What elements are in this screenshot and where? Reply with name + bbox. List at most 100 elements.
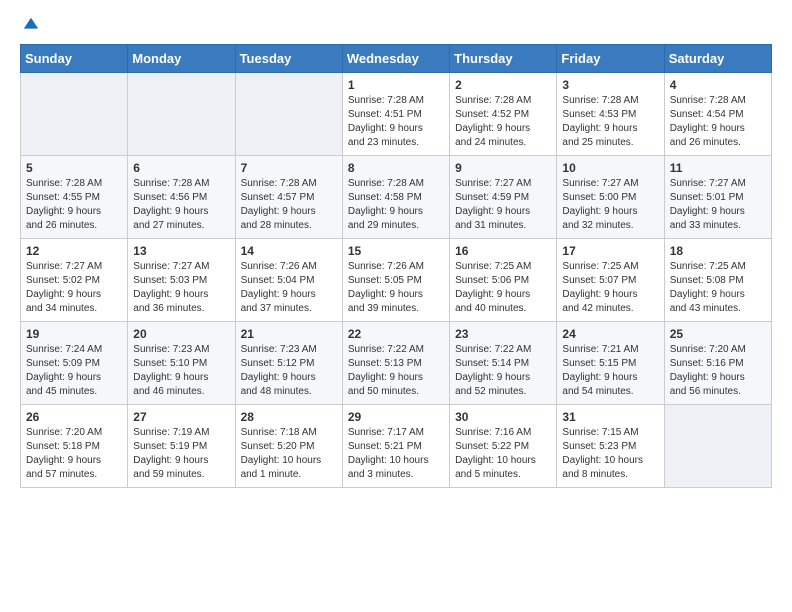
- calendar-cell: 22 Sunrise: 7:22 AM Sunset: 5:13 PM Dayli…: [342, 322, 449, 405]
- day-number: 7: [241, 161, 337, 175]
- day-info: Sunrise: 7:28 AM Sunset: 4:53 PM Dayligh…: [562, 94, 658, 150]
- weekday-header-tuesday: Tuesday: [235, 45, 342, 73]
- calendar-cell: 10 Sunrise: 7:27 AM Sunset: 5:00 PM Dayli…: [557, 156, 664, 239]
- day-number: 25: [670, 327, 766, 341]
- day-info: Sunrise: 7:23 AM Sunset: 5:10 PM Dayligh…: [133, 343, 229, 399]
- day-info: Sunrise: 7:28 AM Sunset: 4:54 PM Dayligh…: [670, 94, 766, 150]
- calendar-cell: 6 Sunrise: 7:28 AM Sunset: 4:56 PM Daylig…: [128, 156, 235, 239]
- calendar-week-row: 26 Sunrise: 7:20 AM Sunset: 5:18 PM Dayli…: [21, 405, 772, 488]
- calendar-cell: 3Sunrise: 7:28 AM Sunset: 4:53 PM Daylig…: [557, 73, 664, 156]
- calendar-cell: 24 Sunrise: 7:21 AM Sunset: 5:15 PM Dayli…: [557, 322, 664, 405]
- day-number: 26: [26, 410, 122, 424]
- calendar-cell: 4 Sunrise: 7:28 AM Sunset: 4:54 PM Daylig…: [664, 73, 771, 156]
- day-info: Sunrise: 7:22 AM Sunset: 5:13 PM Dayligh…: [348, 343, 444, 399]
- calendar-cell: 26 Sunrise: 7:20 AM Sunset: 5:18 PM Dayli…: [21, 405, 128, 488]
- day-info: Sunrise: 7:15 AM Sunset: 5:23 PM Dayligh…: [562, 426, 658, 482]
- calendar-cell: [128, 73, 235, 156]
- calendar-cell: 13 Sunrise: 7:27 AM Sunset: 5:03 PM Dayli…: [128, 239, 235, 322]
- calendar-cell: 11Sunrise: 7:27 AM Sunset: 5:01 PM Dayli…: [664, 156, 771, 239]
- calendar-cell: 27 Sunrise: 7:19 AM Sunset: 5:19 PM Dayli…: [128, 405, 235, 488]
- day-info: Sunrise: 7:16 AM Sunset: 5:22 PM Dayligh…: [455, 426, 551, 482]
- day-number: 1: [348, 78, 444, 92]
- calendar-cell: 23Sunrise: 7:22 AM Sunset: 5:14 PM Dayli…: [450, 322, 557, 405]
- logo-text: [20, 16, 40, 34]
- day-info: Sunrise: 7:20 AM Sunset: 5:16 PM Dayligh…: [670, 343, 766, 399]
- day-number: 30: [455, 410, 551, 424]
- calendar-cell: 1 Sunrise: 7:28 AM Sunset: 4:51 PM Daylig…: [342, 73, 449, 156]
- day-info: Sunrise: 7:21 AM Sunset: 5:15 PM Dayligh…: [562, 343, 658, 399]
- day-info: Sunrise: 7:25 AM Sunset: 5:06 PM Dayligh…: [455, 260, 551, 316]
- day-number: 13: [133, 244, 229, 258]
- day-info: Sunrise: 7:28 AM Sunset: 4:57 PM Dayligh…: [241, 177, 337, 233]
- day-info: Sunrise: 7:17 AM Sunset: 5:21 PM Dayligh…: [348, 426, 444, 482]
- calendar-week-row: 1 Sunrise: 7:28 AM Sunset: 4:51 PM Daylig…: [21, 73, 772, 156]
- day-info: Sunrise: 7:28 AM Sunset: 4:56 PM Dayligh…: [133, 177, 229, 233]
- day-number: 10: [562, 161, 658, 175]
- day-number: 24: [562, 327, 658, 341]
- day-info: Sunrise: 7:28 AM Sunset: 4:58 PM Dayligh…: [348, 177, 444, 233]
- calendar-cell: 12 Sunrise: 7:27 AM Sunset: 5:02 PM Dayli…: [21, 239, 128, 322]
- day-info: Sunrise: 7:24 AM Sunset: 5:09 PM Dayligh…: [26, 343, 122, 399]
- day-info: Sunrise: 7:27 AM Sunset: 5:02 PM Dayligh…: [26, 260, 122, 316]
- calendar-cell: 19 Sunrise: 7:24 AM Sunset: 5:09 PM Dayli…: [21, 322, 128, 405]
- calendar-cell: 2Sunrise: 7:28 AM Sunset: 4:52 PM Daylig…: [450, 73, 557, 156]
- day-number: 11: [670, 161, 766, 175]
- calendar-cell: [21, 73, 128, 156]
- day-info: Sunrise: 7:20 AM Sunset: 5:18 PM Dayligh…: [26, 426, 122, 482]
- day-number: 5: [26, 161, 122, 175]
- calendar-cell: 15Sunrise: 7:26 AM Sunset: 5:05 PM Dayli…: [342, 239, 449, 322]
- day-info: Sunrise: 7:28 AM Sunset: 4:51 PM Dayligh…: [348, 94, 444, 150]
- day-number: 4: [670, 78, 766, 92]
- day-number: 28: [241, 410, 337, 424]
- calendar-cell: 7 Sunrise: 7:28 AM Sunset: 4:57 PM Daylig…: [235, 156, 342, 239]
- weekday-header-thursday: Thursday: [450, 45, 557, 73]
- calendar-cell: 31 Sunrise: 7:15 AM Sunset: 5:23 PM Dayli…: [557, 405, 664, 488]
- day-number: 29: [348, 410, 444, 424]
- day-number: 14: [241, 244, 337, 258]
- calendar-cell: 5 Sunrise: 7:28 AM Sunset: 4:55 PM Daylig…: [21, 156, 128, 239]
- logo: [20, 16, 40, 34]
- day-info: Sunrise: 7:27 AM Sunset: 5:03 PM Dayligh…: [133, 260, 229, 316]
- weekday-header-saturday: Saturday: [664, 45, 771, 73]
- calendar-cell: [235, 73, 342, 156]
- calendar-cell: [664, 405, 771, 488]
- day-info: Sunrise: 7:28 AM Sunset: 4:55 PM Dayligh…: [26, 177, 122, 233]
- day-number: 20: [133, 327, 229, 341]
- calendar-cell: 17Sunrise: 7:25 AM Sunset: 5:07 PM Dayli…: [557, 239, 664, 322]
- day-number: 18: [670, 244, 766, 258]
- weekday-header-friday: Friday: [557, 45, 664, 73]
- day-number: 12: [26, 244, 122, 258]
- day-info: Sunrise: 7:25 AM Sunset: 5:08 PM Dayligh…: [670, 260, 766, 316]
- calendar-cell: 25 Sunrise: 7:20 AM Sunset: 5:16 PM Dayli…: [664, 322, 771, 405]
- day-info: Sunrise: 7:26 AM Sunset: 5:04 PM Dayligh…: [241, 260, 337, 316]
- calendar-cell: 28 Sunrise: 7:18 AM Sunset: 5:20 PM Dayli…: [235, 405, 342, 488]
- day-info: Sunrise: 7:18 AM Sunset: 5:20 PM Dayligh…: [241, 426, 337, 482]
- calendar-cell: 16 Sunrise: 7:25 AM Sunset: 5:06 PM Dayli…: [450, 239, 557, 322]
- calendar-table: SundayMondayTuesdayWednesdayThursdayFrid…: [20, 44, 772, 488]
- calendar-cell: 21Sunrise: 7:23 AM Sunset: 5:12 PM Dayli…: [235, 322, 342, 405]
- day-info: Sunrise: 7:27 AM Sunset: 5:00 PM Dayligh…: [562, 177, 658, 233]
- day-number: 8: [348, 161, 444, 175]
- calendar-week-row: 19 Sunrise: 7:24 AM Sunset: 5:09 PM Dayli…: [21, 322, 772, 405]
- day-info: Sunrise: 7:23 AM Sunset: 5:12 PM Dayligh…: [241, 343, 337, 399]
- calendar-cell: 29 Sunrise: 7:17 AM Sunset: 5:21 PM Dayli…: [342, 405, 449, 488]
- day-number: 16: [455, 244, 551, 258]
- day-number: 6: [133, 161, 229, 175]
- calendar-cell: 9Sunrise: 7:27 AM Sunset: 4:59 PM Daylig…: [450, 156, 557, 239]
- weekday-header-sunday: Sunday: [21, 45, 128, 73]
- header: [20, 16, 772, 34]
- calendar-cell: 8 Sunrise: 7:28 AM Sunset: 4:58 PM Daylig…: [342, 156, 449, 239]
- calendar-cell: 20 Sunrise: 7:23 AM Sunset: 5:10 PM Dayli…: [128, 322, 235, 405]
- day-number: 31: [562, 410, 658, 424]
- day-number: 19: [26, 327, 122, 341]
- calendar-cell: 14 Sunrise: 7:26 AM Sunset: 5:04 PM Dayli…: [235, 239, 342, 322]
- day-number: 27: [133, 410, 229, 424]
- calendar-header-row: SundayMondayTuesdayWednesdayThursdayFrid…: [21, 45, 772, 73]
- day-number: 9: [455, 161, 551, 175]
- calendar-week-row: 12 Sunrise: 7:27 AM Sunset: 5:02 PM Dayli…: [21, 239, 772, 322]
- day-info: Sunrise: 7:19 AM Sunset: 5:19 PM Dayligh…: [133, 426, 229, 482]
- day-number: 22: [348, 327, 444, 341]
- calendar-cell: 18 Sunrise: 7:25 AM Sunset: 5:08 PM Dayli…: [664, 239, 771, 322]
- weekday-header-wednesday: Wednesday: [342, 45, 449, 73]
- day-number: 23: [455, 327, 551, 341]
